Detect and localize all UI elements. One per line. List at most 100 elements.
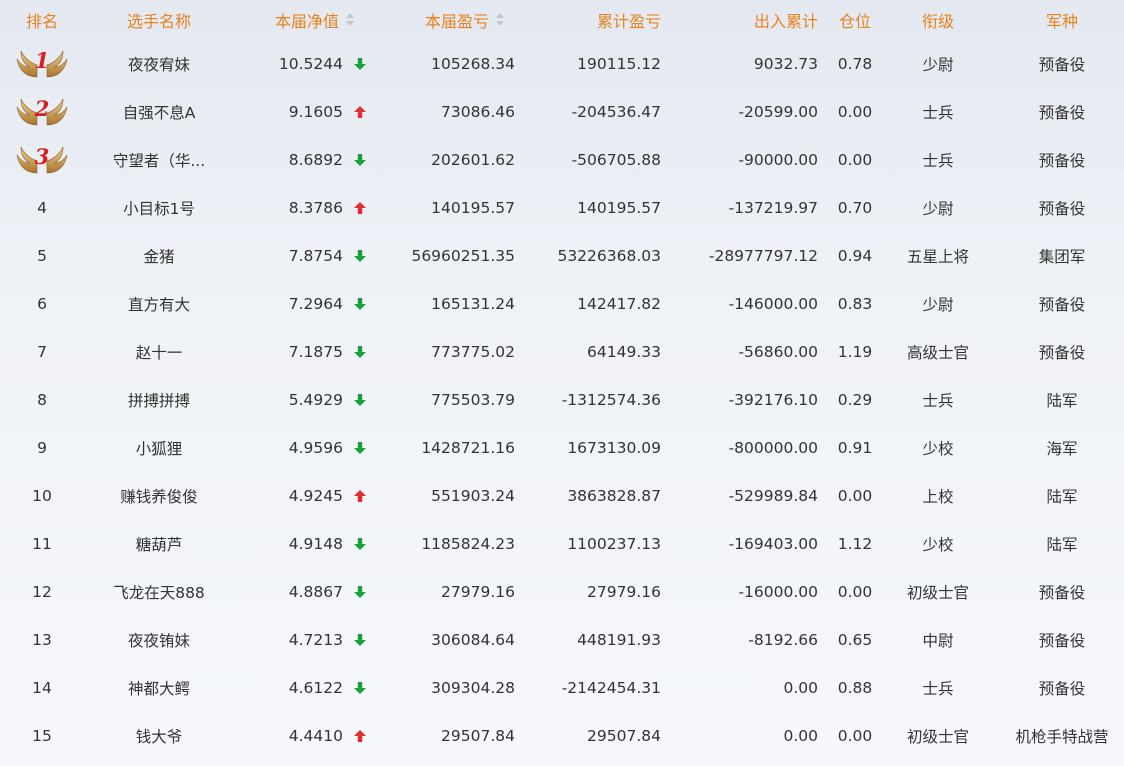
- player-name[interactable]: 自强不息A: [100, 88, 218, 136]
- table-body: 1 夜夜宥妹 10.5244 105268.34 190115.12 9032.73 0.7…: [0, 40, 1124, 760]
- player-name[interactable]: 钱大爷: [100, 712, 218, 760]
- table-row[interactable]: 4 小目标1号 8.3786 140195.57 140195.57 -137219.97…: [0, 184, 1124, 232]
- flow-value: -20599.00: [738, 103, 818, 121]
- table-row[interactable]: 11 糖葫芦 4.9148 1185824.23 1100237.13 -169403.0…: [0, 520, 1124, 568]
- flow-value: -90000.00: [738, 151, 818, 169]
- table-row[interactable]: 10 赚钱养俊俊 4.9245 551903.24 3863828.87 -529989.…: [0, 472, 1124, 520]
- army-branch: 预备役: [1038, 296, 1086, 314]
- player-name[interactable]: 赚钱养俊俊: [100, 472, 218, 520]
- medal-wings-icon: 2: [15, 95, 69, 129]
- player-name[interactable]: 糖葫芦: [100, 520, 218, 568]
- cumulative-value: -1312574.36: [561, 391, 661, 409]
- header-position: 仓位: [838, 12, 871, 31]
- header-nav[interactable]: 本届净值: [260, 0, 370, 40]
- table-row[interactable]: 12 飞龙在天888 4.8867 27979.16 27979.16 -16000.00…: [0, 568, 1124, 616]
- player-name[interactable]: 直方有大: [100, 280, 218, 328]
- position-value: 0.94: [837, 247, 873, 265]
- table-row[interactable]: 14 神都大鳄 4.6122 309304.28 -2142454.31 0.00 0.88…: [0, 664, 1124, 712]
- nav-value: 7.1875: [288, 343, 343, 361]
- nav-value: 8.3786: [288, 199, 343, 217]
- profit-value: 27979.16: [441, 583, 515, 601]
- military-rank: 士兵: [922, 152, 954, 170]
- rank-number: 4: [37, 199, 47, 217]
- arrow-down-icon: [350, 136, 370, 184]
- sort-icon[interactable]: [345, 13, 355, 27]
- position-value: 0.88: [837, 679, 873, 697]
- cumulative-value: -506705.88: [571, 151, 661, 169]
- rank-number: 14: [32, 679, 52, 697]
- profit-value: 1428721.16: [421, 439, 515, 457]
- rank-cell: 2: [0, 88, 84, 136]
- player-name[interactable]: 夜夜铕妹: [100, 616, 218, 664]
- military-rank: 士兵: [922, 680, 954, 698]
- table-row[interactable]: 6 直方有大 7.2964 165131.24 142417.82 -146000.00 0…: [0, 280, 1124, 328]
- sort-icon[interactable]: [495, 13, 505, 27]
- position-value: 0.00: [837, 583, 873, 601]
- nav-value: 8.6892: [288, 151, 343, 169]
- cumulative-value: -204536.47: [571, 103, 661, 121]
- table-row[interactable]: 7 赵十一 7.1875 773775.02 64149.33 -56860.00 1.19…: [0, 328, 1124, 376]
- position-value: 1.19: [837, 343, 873, 361]
- flow-value: -169403.00: [728, 535, 818, 553]
- position-value: 0.00: [837, 103, 873, 121]
- rank-number: 1: [34, 48, 50, 73]
- army-branch: 预备役: [1038, 344, 1086, 362]
- nav-value: 4.6122: [288, 679, 343, 697]
- player-name[interactable]: 飞龙在天888: [100, 568, 218, 616]
- rank-number: 9: [37, 439, 47, 457]
- header-nav-label: 本届净值: [274, 12, 339, 31]
- cumulative-value: 64149.33: [587, 343, 661, 361]
- table-row[interactable]: 1 夜夜宥妹 10.5244 105268.34 190115.12 9032.73 0.7…: [0, 40, 1124, 88]
- position-value: 0.83: [837, 295, 873, 313]
- profit-value: 1185824.23: [421, 535, 515, 553]
- nav-value: 7.2964: [288, 295, 343, 313]
- military-rank: 士兵: [922, 104, 954, 122]
- rank-number: 6: [37, 295, 47, 313]
- position-value: 0.00: [837, 727, 873, 745]
- table-row[interactable]: 5 金猪 7.8754 56960251.35 53226368.03 -28977797…: [0, 232, 1124, 280]
- rank-cell: 1: [0, 40, 84, 88]
- nav-value: 4.7213: [288, 631, 343, 649]
- nav-value: 9.1605: [288, 103, 343, 121]
- army-branch: 预备役: [1038, 56, 1086, 74]
- nav-value: 5.4929: [288, 391, 343, 409]
- table-row[interactable]: 3 守望者（华... 8.6892 202601.62 -506705.88 -90000…: [0, 136, 1124, 184]
- player-name[interactable]: 神都大鳄: [100, 664, 218, 712]
- arrow-down-icon: [350, 376, 370, 424]
- player-name[interactable]: 小目标1号: [100, 184, 218, 232]
- cumulative-value: 53226368.03: [557, 247, 661, 265]
- army-branch: 海军: [1046, 440, 1078, 458]
- player-name[interactable]: 守望者（华...: [100, 136, 218, 184]
- arrow-down-icon: [350, 280, 370, 328]
- army-branch: 预备役: [1038, 152, 1086, 170]
- profit-value: 551903.24: [431, 487, 515, 505]
- rank-number: 12: [32, 583, 52, 601]
- header-military-rank: 衔级: [921, 12, 954, 31]
- army-branch: 预备役: [1038, 584, 1086, 602]
- military-rank: 少校: [922, 440, 954, 458]
- player-name[interactable]: 金猪: [100, 232, 218, 280]
- nav-value: 4.9148: [288, 535, 343, 553]
- cumulative-value: -2142454.31: [561, 679, 661, 697]
- header-army: 军种: [1045, 12, 1078, 31]
- flow-value: -392176.10: [728, 391, 818, 409]
- ranking-table: 排名 选手名称 本届净值 本届盈亏 累计盈亏 出入累计 仓位 衔级 军种 1 夜夜…: [0, 0, 1124, 760]
- table-row[interactable]: 2 自强不息A 9.1605 73086.46 -204536.47 -20599.00 0…: [0, 88, 1124, 136]
- nav-value: 4.9245: [288, 487, 343, 505]
- table-row[interactable]: 8 拼搏拼搏 5.4929 775503.79 -1312574.36 -392176.1…: [0, 376, 1124, 424]
- position-value: 0.00: [837, 487, 873, 505]
- player-name[interactable]: 拼搏拼搏: [100, 376, 218, 424]
- rank-number: 15: [32, 727, 52, 745]
- player-name[interactable]: 小狐狸: [100, 424, 218, 472]
- table-row[interactable]: 15 钱大爷 4.4410 29507.84 29507.84 0.00 0.00 初级士官 机…: [0, 712, 1124, 760]
- flow-value: -146000.00: [728, 295, 818, 313]
- cumulative-value: 140195.57: [577, 199, 661, 217]
- player-name[interactable]: 夜夜宥妹: [100, 40, 218, 88]
- header-profit[interactable]: 本届盈亏: [410, 0, 520, 40]
- table-row[interactable]: 13 夜夜铕妹 4.7213 306084.64 448191.93 -8192.66 0.…: [0, 616, 1124, 664]
- table-row[interactable]: 9 小狐狸 4.9596 1428721.16 1673130.09 -800000.00…: [0, 424, 1124, 472]
- table-header: 排名 选手名称 本届净值 本届盈亏 累计盈亏 出入累计 仓位 衔级 军种: [0, 0, 1124, 40]
- army-branch: 预备役: [1038, 104, 1086, 122]
- position-value: 0.65: [837, 631, 873, 649]
- player-name[interactable]: 赵十一: [100, 328, 218, 376]
